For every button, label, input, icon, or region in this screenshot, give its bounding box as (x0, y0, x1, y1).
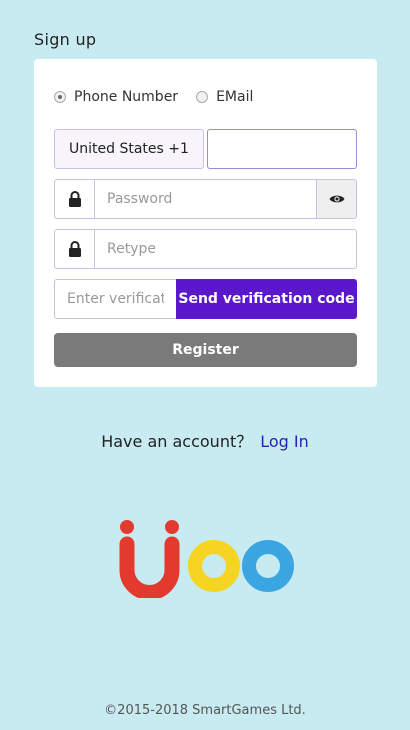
radio-phone-label: Phone Number (74, 89, 179, 105)
lock-icon (54, 229, 94, 269)
radio-phone-number[interactable]: Phone Number (54, 89, 178, 105)
send-verification-code-button[interactable]: Send verification code (176, 279, 357, 319)
logo-u-dot-left (120, 520, 134, 534)
country-select[interactable]: United States +1 (54, 129, 204, 169)
retype-password-input[interactable] (94, 229, 357, 269)
login-link[interactable]: Log In (260, 432, 309, 451)
page-title: Sign up (34, 30, 97, 49)
radio-email[interactable]: EMail (196, 89, 253, 105)
contact-method-group: Phone Number EMail (54, 89, 271, 105)
logo-u-dot-right (165, 520, 179, 534)
verification-code-input[interactable] (54, 279, 176, 319)
logo-o-yellow (188, 540, 240, 592)
retype-row (54, 229, 357, 269)
account-prompt-line: Have an account？ Log In (0, 428, 410, 452)
show-password-eye-icon[interactable] (317, 179, 357, 219)
radio-unchecked-icon (196, 91, 209, 103)
signup-card: Phone Number EMail United States +1 Ente… (34, 59, 377, 387)
lock-icon (54, 179, 94, 219)
logo-o-blue (242, 540, 294, 592)
account-prompt: Have an account？ (101, 432, 253, 451)
signup-page: Sign up Phone Number EMail United States… (0, 0, 410, 730)
phone-input[interactable] (207, 129, 357, 169)
uoo-logo (119, 520, 294, 598)
password-input[interactable] (94, 179, 317, 219)
copyright-footer: ©2015-2018 SmartGames Ltd. (104, 703, 306, 718)
password-row (54, 179, 357, 219)
verification-row: Send verification code (54, 279, 357, 319)
register-button[interactable]: Register (54, 333, 357, 367)
logo-u (119, 536, 180, 598)
phone-row: United States +1 (54, 129, 357, 169)
radio-checked-icon (54, 91, 66, 103)
radio-email-label: EMail (216, 89, 254, 105)
